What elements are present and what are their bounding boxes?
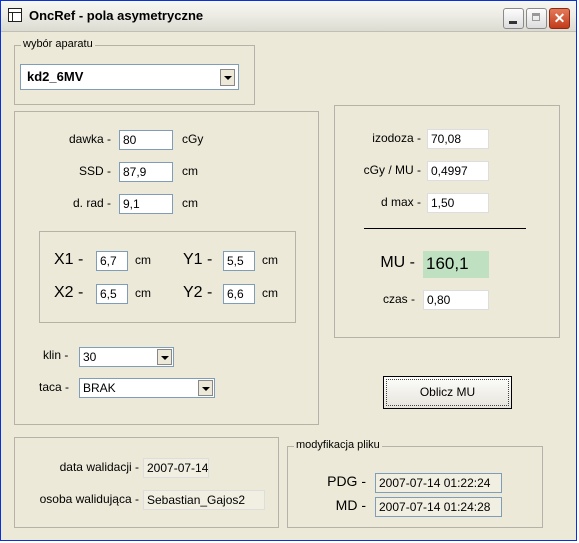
close-icon[interactable]: ✕ [549, 8, 570, 29]
window-title: OncRef - pola asymetryczne [29, 8, 204, 23]
pdg-value: 2007-07-14 01:22:24 [375, 473, 502, 493]
cgymu-label: cGy / MU - [363, 163, 421, 177]
dmax-label: d max - [380, 195, 421, 209]
chevron-down-icon[interactable] [198, 380, 213, 396]
y1-label: Y1 - [183, 251, 213, 268]
validation-date-value: 2007-07-14 [143, 458, 209, 478]
pdg-label: PDG - [327, 473, 366, 489]
x2-unit: cm [135, 286, 151, 300]
mu-label: MU - [380, 254, 415, 271]
app-window: OncRef - pola asymetryczne ✕ wybór apara… [0, 0, 577, 541]
results-group: izodoza - 70,08 cGy / MU - 0,4997 d max … [334, 105, 560, 338]
isodose-value: 70,08 [427, 129, 489, 149]
dose-label: dawka - [68, 132, 111, 146]
y1-input[interactable]: 5,5 [223, 251, 255, 271]
wedge-select-value: 30 [83, 350, 97, 364]
x2-input[interactable]: 6,5 [96, 284, 128, 304]
device-group: wybór aparatu kd2_6MV [14, 38, 255, 105]
compute-mu-label: Oblicz MU [419, 385, 476, 399]
y2-input[interactable]: 6,6 [223, 284, 255, 304]
device-select[interactable]: kd2_6MV [20, 64, 239, 90]
params-group: dawka - 80 cGy SSD - 87,9 cm d. rad - 9,… [14, 111, 319, 425]
mu-value: 160,1 [423, 251, 489, 278]
compute-mu-button[interactable]: Oblicz MU [383, 376, 512, 409]
chevron-down-icon[interactable] [220, 69, 235, 86]
y2-unit: cm [262, 286, 278, 300]
tray-select-value: BRAK [83, 381, 116, 395]
field-size-group: X1 - 6,7 cm Y1 - 5,5 cm X2 - 6,5 cm Y2 -… [39, 231, 296, 323]
dose-unit: cGy [182, 132, 204, 146]
md-value: 2007-07-14 01:24:28 [375, 497, 502, 517]
cgymu-value: 0,4997 [427, 161, 489, 181]
chevron-down-icon[interactable] [157, 349, 172, 365]
y1-unit: cm [262, 253, 278, 267]
device-select-value: kd2_6MV [27, 69, 84, 84]
drad-unit: cm [182, 196, 198, 210]
wedge-select[interactable]: 30 [79, 347, 174, 367]
ssd-label: SSD - [78, 164, 111, 178]
app-window-icon[interactable] [8, 8, 22, 22]
y2-label: Y2 - [183, 284, 213, 301]
tray-select[interactable]: BRAK [79, 378, 215, 398]
file-mod-group-title: modyfikacja pliku [294, 439, 382, 451]
ssd-unit: cm [182, 164, 198, 178]
drad-label: d. rad - [72, 196, 111, 210]
x1-label: X1 - [54, 251, 84, 268]
time-value: 0,80 [423, 290, 489, 310]
x1-unit: cm [135, 253, 151, 267]
validation-person-label: osoba walidująca - [39, 492, 139, 506]
title-bar[interactable]: OncRef - pola asymetryczne ✕ [1, 1, 576, 32]
md-label: MD - [335, 497, 366, 513]
wedge-label: klin - [43, 348, 69, 362]
tray-label: taca - [39, 380, 70, 394]
time-label: czas - [382, 292, 415, 306]
maximize-icon[interactable] [526, 8, 547, 29]
minimize-icon[interactable] [503, 8, 524, 29]
dmax-value: 1,50 [427, 193, 489, 213]
validation-date-label: data walidacji - [59, 460, 139, 474]
file-mod-group: modyfikacja pliku PDG - 2007-07-14 01:22… [287, 439, 543, 528]
drad-input[interactable]: 9,1 [119, 194, 173, 214]
x1-input[interactable]: 6,7 [96, 251, 128, 271]
device-group-title: wybór aparatu [21, 38, 95, 50]
isodose-label: izodoza - [372, 131, 421, 145]
results-divider [364, 228, 526, 229]
validation-group: data walidacji - 2007-07-14 osoba walidu… [14, 437, 279, 528]
dose-input[interactable]: 80 [119, 130, 173, 150]
validation-person-value: Sebastian_Gajos2 [143, 490, 265, 510]
x2-label: X2 - [54, 284, 84, 301]
ssd-input[interactable]: 87,9 [119, 162, 173, 182]
